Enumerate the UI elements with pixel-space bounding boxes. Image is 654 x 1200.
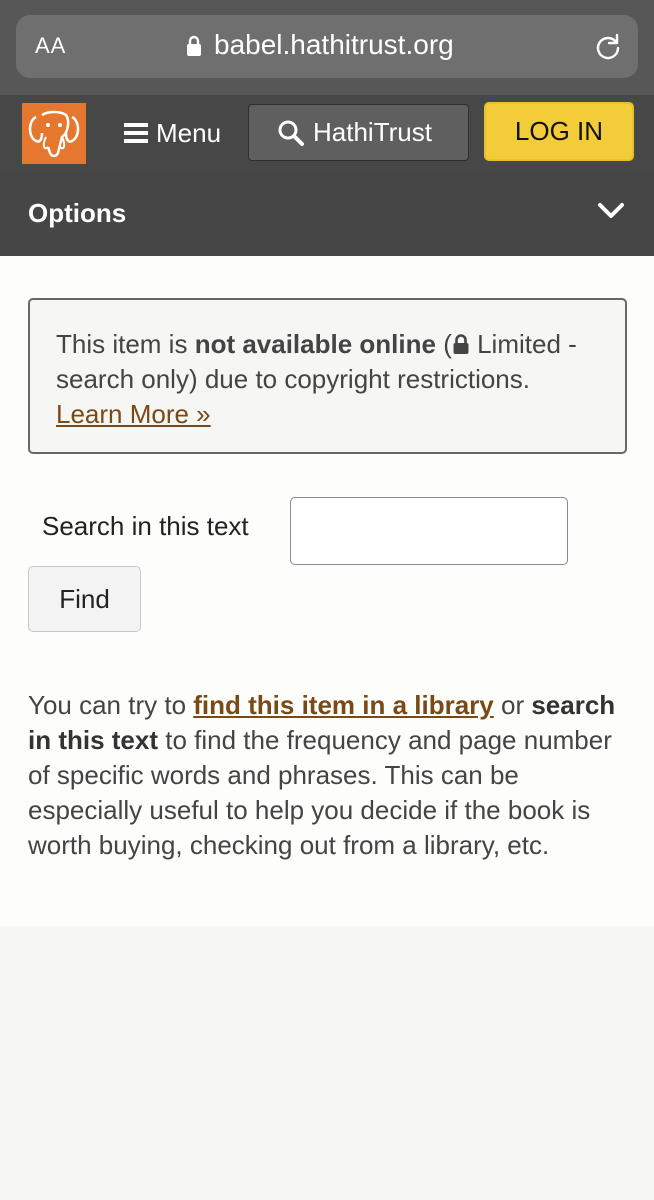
find-button[interactable]: Find	[28, 566, 141, 632]
reload-icon[interactable]	[594, 32, 622, 60]
options-title: Options	[28, 198, 127, 228]
help-prefix: You can try to	[28, 690, 194, 720]
elephant-logo-icon[interactable]	[22, 103, 86, 164]
login-label: LOG IN	[514, 116, 604, 146]
notice-paren: (	[435, 329, 452, 359]
text-size-button[interactable]: AA	[35, 33, 66, 59]
availability-notice: This item is not available online ( Limi…	[28, 298, 627, 454]
notice-prefix: This item is	[56, 329, 195, 359]
find-in-library-label: find this item in a library	[193, 690, 494, 720]
search-icon	[278, 120, 304, 146]
search-button[interactable]: HathiTrust	[248, 104, 469, 161]
hamburger-icon	[124, 123, 148, 143]
options-toggle[interactable]: Options	[0, 171, 654, 256]
lock-icon	[453, 334, 469, 354]
find-label: Find	[59, 583, 110, 614]
chevron-down-icon	[598, 203, 624, 218]
site-header: Menu HathiTrust LOG IN	[0, 95, 654, 171]
search-label: Search in this text	[42, 511, 249, 541]
text-size-label: AA	[35, 33, 67, 58]
menu-label: Menu	[156, 117, 222, 148]
url-text: babel.hathitrust.org	[214, 29, 454, 60]
search-button-label: HathiTrust	[313, 117, 432, 147]
notice-emphasis: not available online	[194, 329, 436, 359]
main-content: This item is not available online ( Limi…	[0, 256, 654, 926]
learn-more-link[interactable]: Learn More »	[56, 399, 211, 429]
menu-button[interactable]: Menu	[124, 112, 221, 154]
address-bar[interactable]: AA babel.hathitrust.org	[16, 15, 638, 78]
search-input[interactable]	[290, 497, 568, 565]
help-mid: or	[493, 690, 532, 720]
help-paragraph: You can try to find this item in a libra…	[28, 688, 618, 863]
login-button[interactable]: LOG IN	[484, 102, 634, 161]
find-in-library-link[interactable]: find this item in a library	[193, 690, 494, 720]
lock-icon	[187, 35, 201, 56]
browser-chrome: AA babel.hathitrust.org	[0, 0, 654, 95]
